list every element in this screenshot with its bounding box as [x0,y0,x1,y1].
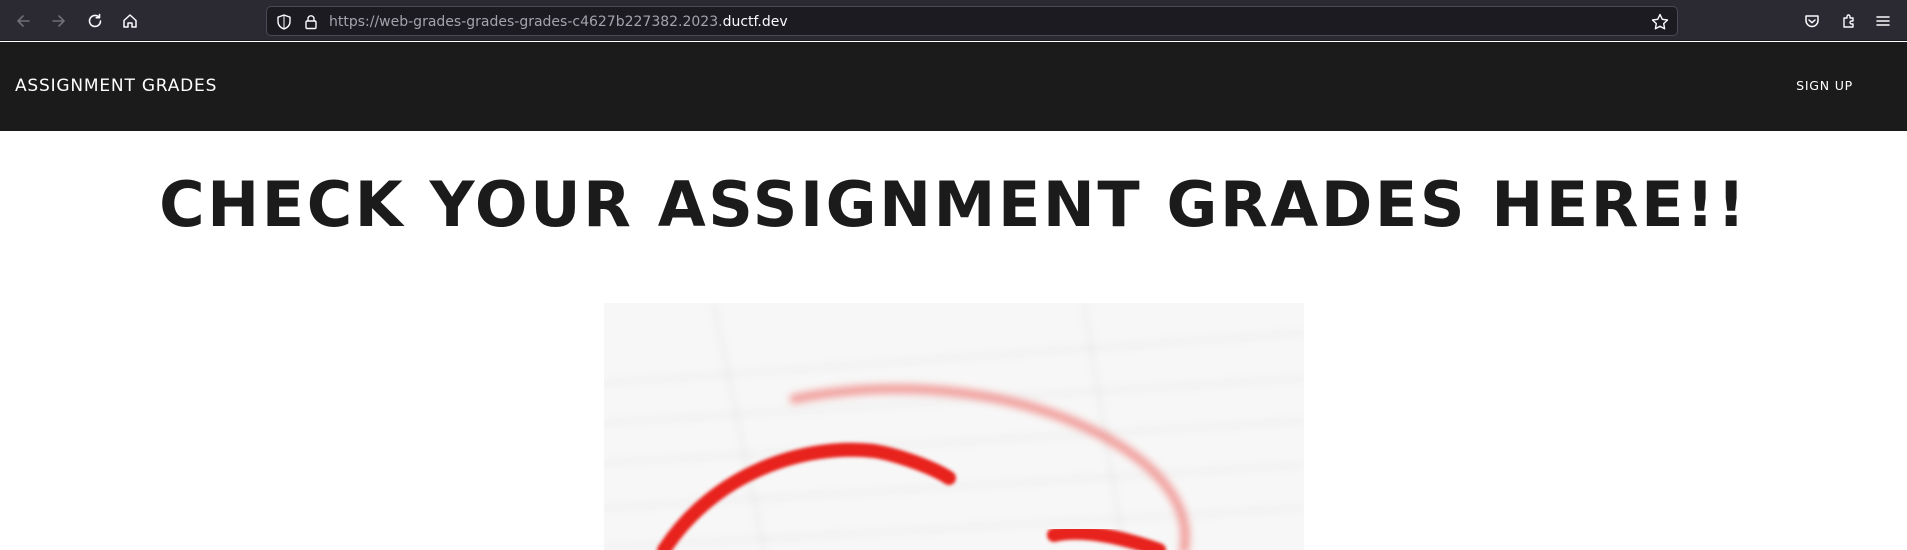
address-bar[interactable]: https://web-grades-grades-grades-c4627b2… [266,6,1678,36]
shield-icon[interactable] [275,13,293,31]
page-title: CHECK YOUR ASSIGNMENT GRADES HERE!! [159,168,1748,241]
reload-button[interactable] [80,6,110,36]
lock-icon[interactable] [302,13,320,31]
hero-image [604,303,1304,550]
reload-icon [88,13,102,28]
menu-button[interactable] [1868,6,1898,36]
site-navbar: ASSIGNMENT GRADES SIGN UP [0,42,1907,131]
extensions-icon [1843,14,1854,28]
extensions-button[interactable] [1834,6,1864,36]
forward-icon [52,15,65,27]
url-host: ductf.dev [722,14,788,30]
home-button[interactable] [115,6,145,36]
forward-button[interactable] [44,6,74,36]
url-prefix: https://web-grades-grades-grades-c4627b2… [329,14,723,30]
site-brand[interactable]: ASSIGNMENT GRADES [15,76,217,96]
home-icon [123,14,137,28]
url-text[interactable]: https://web-grades-grades-grades-c4627b2… [329,13,788,31]
back-icon [17,15,30,27]
signup-link[interactable]: SIGN UP [1796,78,1853,93]
pocket-button[interactable] [1797,6,1827,36]
menu-icon [1876,16,1890,26]
pocket-icon [1805,15,1819,28]
back-button[interactable] [8,6,38,36]
bookmark-star-icon[interactable] [1650,12,1670,32]
browser-toolbar: https://web-grades-grades-grades-c4627b2… [0,0,1907,41]
